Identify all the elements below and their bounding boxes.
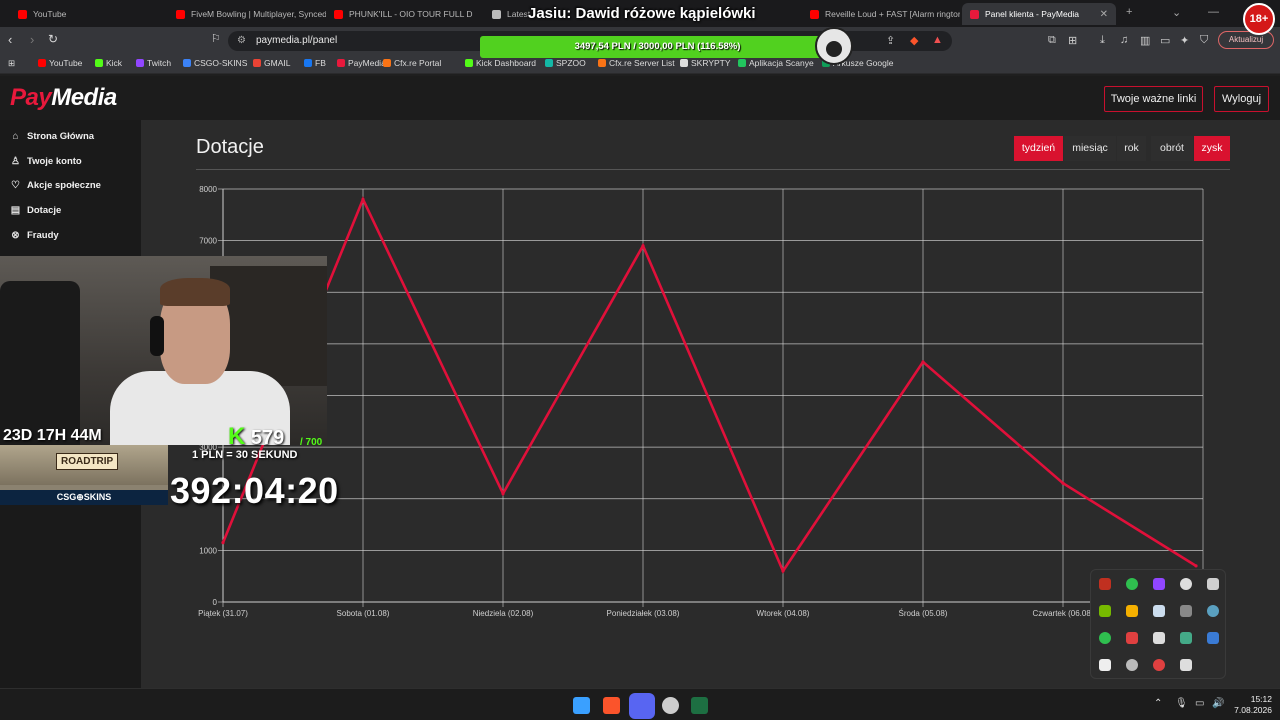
x-tick-label: Poniedziałek (03.08) <box>607 609 680 618</box>
windows-start-icon[interactable] <box>573 697 590 714</box>
tray-app-icon[interactable] <box>1126 578 1138 590</box>
webcam-overlay <box>0 256 327 445</box>
subathon-countdown: 23D 17H 44M <box>3 427 102 444</box>
discord-icon[interactable] <box>629 693 655 719</box>
tray-app-icon[interactable] <box>1099 605 1111 617</box>
profit-series-line <box>221 196 1197 574</box>
data-point <box>641 244 645 248</box>
tray-app-icon[interactable] <box>1153 659 1165 671</box>
tray-chevron-icon[interactable]: ⌃ <box>1154 698 1162 709</box>
data-point <box>501 491 505 496</box>
data-point <box>1194 564 1198 568</box>
tray-app-icon[interactable] <box>1180 605 1192 617</box>
age-18-badge: 18+ <box>1243 3 1275 35</box>
sponsor-band: CSG⊕SKINS <box>0 490 168 505</box>
tray-app-icon[interactable] <box>1153 605 1165 617</box>
tray-app-icon[interactable] <box>1099 578 1111 590</box>
display-icon[interactable]: ▭ <box>1195 698 1204 709</box>
tray-app-icon[interactable] <box>1126 659 1138 671</box>
tray-app-icon[interactable] <box>1180 578 1192 590</box>
x-tick-label: Wtorek (04.08) <box>757 609 810 618</box>
tray-app-icon[interactable] <box>1207 605 1219 617</box>
tray-app-icon[interactable] <box>1126 605 1138 617</box>
tray-app-icon[interactable] <box>1126 632 1138 644</box>
steam-tray-icon[interactable] <box>1207 632 1219 644</box>
taskbar-clock[interactable]: 15:12 7.08.2026 <box>1232 694 1272 716</box>
kick-count-value: 579 <box>250 427 285 449</box>
kick-follower-count: K 579 <box>228 423 284 451</box>
alert-caption: Jasiu: Dawid różowe kąpielówki <box>528 5 756 22</box>
monkey-face <box>826 41 842 57</box>
webcam-chair <box>0 281 80 445</box>
tray-app-icon[interactable] <box>1099 632 1111 644</box>
donation-goal-text: 3497,54 PLN / 3000,00 PLN (116.58%) <box>574 41 741 52</box>
x-tick-label: Sobota (01.08) <box>337 609 390 618</box>
tray-app-icon[interactable] <box>1153 632 1165 644</box>
data-point <box>921 360 925 364</box>
webcam-person-hair <box>160 278 230 306</box>
steam-icon[interactable] <box>662 697 679 714</box>
brave-browser-icon[interactable] <box>603 697 620 714</box>
discord-tray-icon[interactable] <box>1099 659 1111 671</box>
data-point <box>781 569 785 573</box>
subathon-timer: 392:04:20 <box>170 470 339 511</box>
tray-app-icon[interactable] <box>1207 578 1219 590</box>
tray-app-icon[interactable] <box>1153 578 1165 590</box>
rate-text: 1 PLN = 30 SEKUND <box>192 449 298 461</box>
clock-date: 7.08.2026 <box>1234 705 1272 715</box>
data-point <box>1061 481 1065 485</box>
roadtrip-title: ROADTRIP <box>56 453 119 470</box>
data-point <box>221 541 225 545</box>
chart-grid <box>218 188 1204 607</box>
chart-series <box>221 196 1198 574</box>
x-tick-label: Niedziela (02.08) <box>473 609 534 618</box>
x-tick-label: Piątek (31.07) <box>198 609 248 618</box>
y-tick-label: 1000 <box>199 546 217 555</box>
y-tick-label: 8000 <box>199 185 217 194</box>
microphone-icon[interactable]: 🎙 <box>1175 698 1188 709</box>
excel-icon[interactable] <box>691 697 708 714</box>
kick-logo-icon: K <box>228 423 246 450</box>
roadtrip-banner: ROADTRIP CSG⊕SKINS <box>0 445 168 505</box>
clock-time: 15:12 <box>1250 694 1272 704</box>
y-tick-label: 0 <box>213 598 218 607</box>
usb-icon[interactable] <box>1180 659 1192 671</box>
volume-icon[interactable]: 🔊 <box>1212 698 1224 709</box>
x-tick-label: Środa (05.08) <box>899 609 948 618</box>
y-tick-label: 7000 <box>199 237 217 246</box>
x-tick-label: Czwartek (06.08) <box>1033 609 1094 618</box>
taskbar: ⌃ 🎙 ▭ 🔊 15:12 7.08.2026 <box>0 688 1280 720</box>
data-point <box>361 197 365 201</box>
kick-goal: / 700 <box>300 437 323 448</box>
x-axis-ticks: Piątek (31.07) Sobota (01.08) Niedziela (0… <box>198 609 1094 618</box>
system-tray-popup <box>1090 569 1226 679</box>
tray-app-icon[interactable] <box>1180 632 1192 644</box>
monkey-mascot-icon <box>815 27 853 65</box>
headphones-icon <box>150 316 164 356</box>
